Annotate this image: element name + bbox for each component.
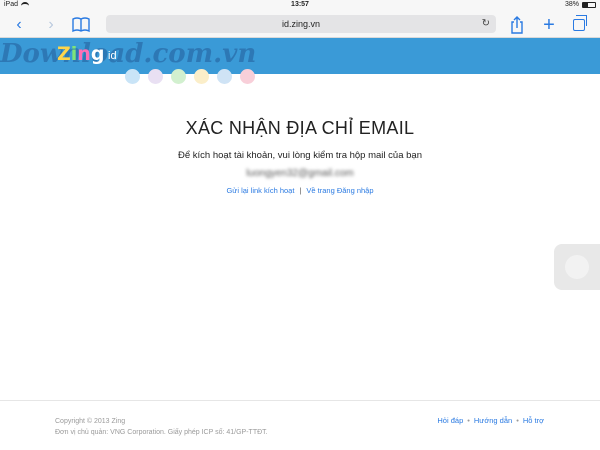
- decorative-dot: [194, 69, 209, 84]
- instruction-text: Để kích hoạt tài khoản, vui lòng kiểm tr…: [178, 150, 422, 161]
- email-address: luongyen32@gmail.com: [246, 168, 354, 179]
- status-bar: iPad 13:57 38%: [0, 0, 600, 12]
- decorative-dot: [171, 69, 186, 84]
- logo-letter: g: [90, 43, 105, 65]
- resend-activation-link[interactable]: Gửi lại link kích hoạt: [226, 186, 294, 195]
- footer-link-support[interactable]: Hỗ trợ: [523, 416, 544, 425]
- decorative-dot: [240, 69, 255, 84]
- footer-link-faq[interactable]: Hỏi đáp: [437, 416, 463, 425]
- new-tab-icon[interactable]: +: [538, 14, 560, 36]
- logo-letter: Z: [57, 43, 71, 65]
- decorative-dot: [148, 69, 163, 84]
- floating-assistive-button[interactable]: [554, 244, 600, 290]
- battery-percent: 38%: [564, 1, 579, 8]
- address-bar[interactable]: id.zing.vn ↻: [106, 15, 496, 33]
- share-icon[interactable]: [506, 14, 528, 36]
- footer: Copyright © 2013 Zing Đơn vị chủ quản: V…: [0, 400, 600, 450]
- footer-separator: •: [516, 416, 519, 425]
- status-time: 13:57: [291, 1, 309, 8]
- page-title: XÁC NHẬN ĐỊA CHỈ EMAIL: [185, 118, 415, 138]
- footer-links: Hỏi đáp • Hướng dẫn • Hỗ trợ: [437, 416, 544, 425]
- footer-link-guide[interactable]: Hướng dẫn: [474, 416, 512, 425]
- logo-suffix: id: [108, 50, 117, 62]
- zing-logo[interactable]: Zing: [57, 43, 104, 65]
- bookmarks-icon[interactable]: [70, 14, 92, 36]
- battery-icon: [582, 1, 596, 8]
- owner-text: Đơn vị chủ quản: VNG Corporation. Giấy p…: [55, 429, 268, 436]
- footer-separator: •: [467, 416, 470, 425]
- forward-icon[interactable]: ›: [40, 14, 62, 36]
- decorative-dot: [125, 69, 140, 84]
- browser-toolbar: ‹ › id.zing.vn ↻ +: [0, 12, 600, 38]
- link-separator: |: [299, 186, 302, 195]
- watermark: Download.com.vn: [0, 39, 257, 69]
- assistive-circle-icon: [565, 255, 589, 279]
- logo-letter: n: [77, 43, 91, 65]
- site-header: Download.com.vn Zing id: [0, 38, 600, 74]
- action-links: Gửi lại link kích hoạt | Về trang Đăng nhậ…: [0, 186, 600, 195]
- url-text: id.zing.vn: [281, 19, 321, 29]
- copyright-text: Copyright © 2013 Zing: [55, 418, 126, 425]
- back-icon[interactable]: ‹: [8, 14, 30, 36]
- footer-info: Copyright © 2013 Zing Đơn vị chủ quản: V…: [55, 416, 268, 438]
- decorative-dot: [217, 69, 232, 84]
- tabs-icon[interactable]: [568, 14, 590, 36]
- back-to-login-link[interactable]: Về trang Đăng nhập: [306, 186, 373, 195]
- main-content: XÁC NHẬN ĐỊA CHỈ EMAIL Để kích hoạt tài …: [0, 118, 600, 195]
- decorative-dots: [125, 69, 255, 84]
- status-right: 38%: [565, 1, 596, 8]
- reload-icon[interactable]: ↻: [482, 15, 490, 33]
